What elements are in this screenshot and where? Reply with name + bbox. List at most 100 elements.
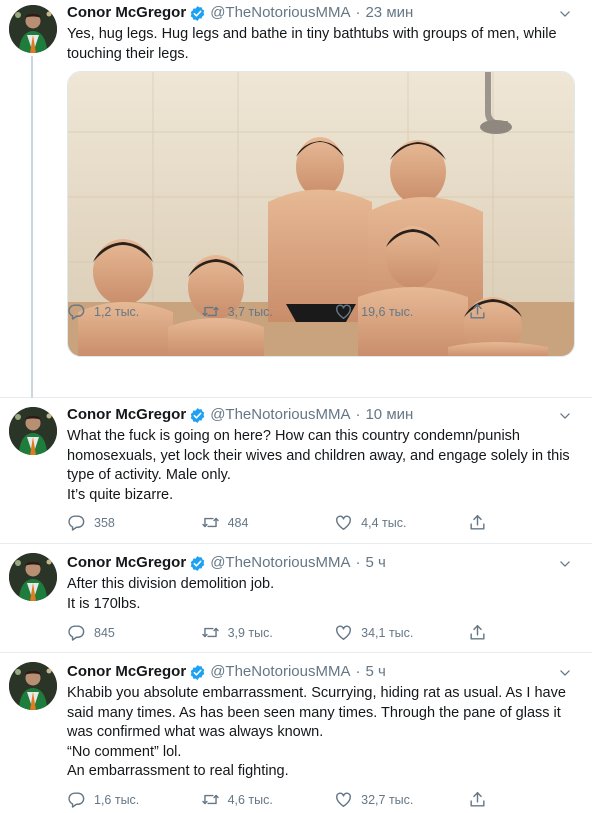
tweet-header: Conor McGregor @TheNotoriousMMA · 5 ч bbox=[67, 662, 578, 682]
avatar-image bbox=[9, 5, 57, 53]
tweet-text-line: An embarrassment to real fighting. bbox=[67, 763, 289, 779]
share-icon bbox=[468, 623, 487, 642]
share-icon bbox=[468, 790, 487, 809]
avatar-image bbox=[9, 553, 57, 601]
retweet-button[interactable]: 4,6 тыс. bbox=[201, 790, 335, 809]
retweet-icon bbox=[201, 302, 220, 321]
tweet-time[interactable]: 5 ч bbox=[365, 662, 385, 682]
reply-button[interactable]: 845 bbox=[67, 623, 201, 642]
tweet-time[interactable]: 10 мин bbox=[365, 405, 413, 425]
tweet-time[interactable]: 5 ч bbox=[365, 553, 385, 573]
reply-icon bbox=[67, 623, 86, 642]
chevron-down-icon[interactable] bbox=[558, 7, 572, 21]
tweet-2[interactable]: Conor McGregor @TheNotoriousMMA · 10 мин… bbox=[0, 399, 592, 544]
avatar-image bbox=[9, 407, 57, 455]
share-button[interactable] bbox=[468, 790, 507, 809]
avatar[interactable] bbox=[9, 407, 57, 455]
retweet-count: 4,6 тыс. bbox=[227, 792, 273, 807]
tweet-time[interactable]: 23 мин bbox=[365, 3, 413, 23]
reply-count: 1,6 тыс. bbox=[94, 792, 140, 807]
tweet-1[interactable]: Conor McGregor @TheNotoriousMMA · 23 мин… bbox=[0, 0, 592, 398]
author-name[interactable]: Conor McGregor bbox=[67, 553, 186, 573]
tweet-header: Conor McGregor @TheNotoriousMMA · 10 мин bbox=[67, 405, 578, 425]
reply-button[interactable]: 358 bbox=[67, 513, 201, 532]
tweet-actions: 1,6 тыс. 4,6 тыс. 32,7 тыс. bbox=[67, 790, 507, 809]
tweet-3[interactable]: Conor McGregor @TheNotoriousMMA · 5 ч Af… bbox=[0, 545, 592, 653]
avatar-image bbox=[9, 662, 57, 710]
thread-line bbox=[31, 56, 33, 398]
tweet-text: After this division demolition job. It i… bbox=[67, 575, 578, 614]
chevron-down-icon[interactable] bbox=[558, 666, 572, 680]
reply-count: 358 bbox=[94, 515, 115, 530]
chevron-down-icon[interactable] bbox=[558, 409, 572, 423]
tweet-text-line: After this division demolition job. bbox=[67, 576, 275, 592]
like-button[interactable]: 32,7 тыс. bbox=[334, 790, 468, 809]
tweet-actions: 1,2 тыс. 3,7 тыс. 19,6 тыс. bbox=[67, 302, 507, 321]
author-name[interactable]: Conor McGregor bbox=[67, 662, 186, 682]
share-icon bbox=[468, 513, 487, 532]
chevron-down-icon[interactable] bbox=[558, 557, 572, 571]
like-button[interactable]: 4,4 тыс. bbox=[334, 513, 468, 532]
like-button[interactable]: 34,1 тыс. bbox=[334, 623, 468, 642]
verified-badge-icon bbox=[189, 407, 206, 424]
retweet-icon bbox=[201, 513, 220, 532]
verified-badge-icon bbox=[189, 555, 206, 572]
separator-dot: · bbox=[355, 4, 361, 21]
author-name[interactable]: Conor McGregor bbox=[67, 3, 186, 23]
tweet-text-line: What the fuck is going on here? How can … bbox=[67, 428, 570, 483]
reply-icon bbox=[67, 302, 86, 321]
retweet-icon bbox=[201, 790, 220, 809]
tweet-text-line: It’s quite bizarre. bbox=[67, 486, 174, 503]
like-icon bbox=[334, 623, 353, 642]
like-count: 4,4 тыс. bbox=[361, 515, 407, 530]
retweet-button[interactable]: 484 bbox=[201, 513, 335, 532]
tweet-text-line: It is 170lbs. bbox=[67, 595, 141, 612]
author-name[interactable]: Conor McGregor bbox=[67, 405, 186, 425]
tweet-text: Khabib you absolute embarrassment. Scurr… bbox=[67, 684, 578, 782]
separator-dot: · bbox=[355, 554, 361, 571]
tweet-text-line: Yes, hug legs. Hug legs and bathe in tin… bbox=[67, 26, 557, 62]
tweet-text: What the fuck is going on here? How can … bbox=[67, 427, 578, 505]
retweet-icon bbox=[201, 623, 220, 642]
like-count: 32,7 тыс. bbox=[361, 792, 414, 807]
share-button[interactable] bbox=[468, 623, 507, 642]
tweet-text-line: Khabib you absolute embarrassment. Scurr… bbox=[67, 685, 566, 740]
share-button[interactable] bbox=[468, 513, 507, 532]
tweet-text: Yes, hug legs. Hug legs and bathe in tin… bbox=[67, 25, 578, 64]
tweet-header: Conor McGregor @TheNotoriousMMA · 5 ч bbox=[67, 553, 578, 573]
retweet-button[interactable]: 3,7 тыс. bbox=[201, 302, 335, 321]
reply-count: 845 bbox=[94, 625, 115, 640]
separator-dot: · bbox=[355, 663, 361, 680]
author-handle[interactable]: @TheNotoriousMMA bbox=[210, 405, 350, 425]
separator-dot: · bbox=[355, 406, 361, 423]
reply-icon bbox=[67, 790, 86, 809]
avatar[interactable] bbox=[9, 5, 57, 53]
like-icon bbox=[334, 790, 353, 809]
author-handle[interactable]: @TheNotoriousMMA bbox=[210, 553, 350, 573]
tweet-actions: 845 3,9 тыс. 34,1 тыс. bbox=[67, 623, 507, 642]
retweet-count: 3,7 тыс. bbox=[227, 304, 273, 319]
reply-icon bbox=[67, 513, 86, 532]
reply-count: 1,2 тыс. bbox=[94, 304, 140, 319]
reply-button[interactable]: 1,6 тыс. bbox=[67, 790, 201, 809]
retweet-button[interactable]: 3,9 тыс. bbox=[201, 623, 335, 642]
reply-button[interactable]: 1,2 тыс. bbox=[67, 302, 201, 321]
like-count: 34,1 тыс. bbox=[361, 625, 414, 640]
retweet-count: 3,9 тыс. bbox=[227, 625, 273, 640]
retweet-count: 484 bbox=[227, 515, 249, 530]
tweet-header: Conor McGregor @TheNotoriousMMA · 23 мин bbox=[67, 3, 578, 23]
avatar[interactable] bbox=[9, 662, 57, 710]
verified-badge-icon bbox=[189, 5, 206, 22]
tweet-actions: 358 484 4,4 тыс. bbox=[67, 513, 507, 532]
like-count: 19,6 тыс. bbox=[361, 304, 414, 319]
verified-badge-icon bbox=[189, 664, 206, 681]
tweet-text-line: “No comment” lol. bbox=[67, 743, 182, 760]
like-icon bbox=[334, 513, 353, 532]
share-icon bbox=[468, 302, 487, 321]
author-handle[interactable]: @TheNotoriousMMA bbox=[210, 662, 350, 682]
tweet-4[interactable]: Conor McGregor @TheNotoriousMMA · 5 ч Kh… bbox=[0, 654, 592, 813]
author-handle[interactable]: @TheNotoriousMMA bbox=[210, 3, 350, 23]
like-button[interactable]: 19,6 тыс. bbox=[334, 302, 468, 321]
share-button[interactable] bbox=[468, 302, 507, 321]
avatar[interactable] bbox=[9, 553, 57, 601]
